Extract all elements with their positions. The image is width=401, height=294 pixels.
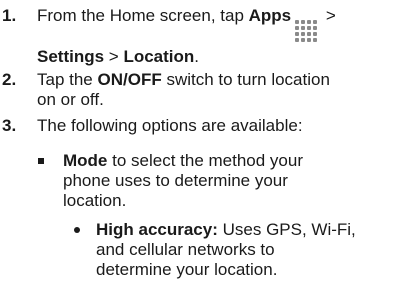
- step-1-line-2: Settings > Location.: [37, 47, 200, 66]
- settings-label: Settings: [37, 47, 105, 66]
- square-bullet-icon: [38, 158, 44, 164]
- step-number: 1.: [2, 6, 17, 25]
- high-accuracy-option: High accuracy: Uses GPS, Wi-Fi, and cell…: [96, 220, 356, 279]
- step-2-line-2: on or off.: [37, 90, 104, 109]
- location-label: Location: [123, 47, 195, 66]
- step-1-text: From the Home screen, tap Apps > Setting…: [37, 6, 401, 67]
- apps-label: Apps: [248, 6, 292, 25]
- step-3-text: The following options are available:: [37, 116, 303, 135]
- step-number: 3.: [2, 116, 17, 135]
- step-2-text: Tap the ON/OFF switch to turn location o…: [37, 70, 401, 110]
- apps-grid-icon: [295, 20, 318, 43]
- step-1-line-1: From the Home screen, tap Apps >: [37, 6, 401, 43]
- mode-label: Mode: [63, 151, 108, 170]
- mode-option: Mode to select the method your phone use…: [63, 151, 303, 210]
- step-2-line-1: Tap the ON/OFF switch to turn location: [37, 70, 330, 89]
- dot-bullet-icon: [74, 227, 80, 233]
- high-accuracy-label: High accuracy:: [96, 220, 218, 239]
- step-number: 2.: [2, 70, 17, 89]
- on-off-label: ON/OFF: [97, 70, 162, 89]
